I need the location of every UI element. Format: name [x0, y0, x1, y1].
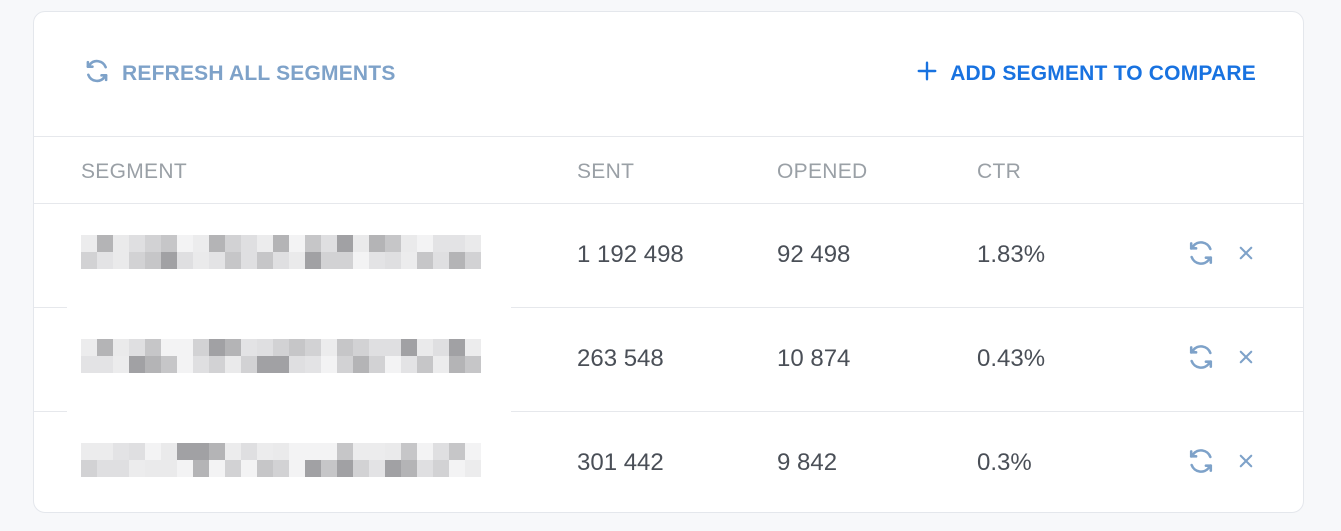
add-segment-label: ADD SEGMENT TO COMPARE	[950, 62, 1256, 85]
opened-value: 92 498	[777, 241, 851, 268]
refresh-all-segments-button[interactable]: REFRESH ALL SEGMENTS	[84, 58, 396, 90]
remove-segment-button[interactable]	[1237, 348, 1255, 366]
refresh-segment-button[interactable]	[1187, 239, 1215, 267]
refresh-icon	[1189, 449, 1213, 473]
refresh-all-label: REFRESH ALL SEGMENTS	[122, 62, 396, 85]
column-header-sent: SENT	[577, 160, 635, 183]
refresh-segment-button[interactable]	[1187, 343, 1215, 371]
refresh-icon	[84, 58, 110, 90]
ctr-value: 1.83%	[977, 241, 1046, 268]
column-header-opened: OPENED	[777, 160, 868, 183]
sent-value: 263 548	[577, 345, 664, 372]
plus-icon	[916, 60, 938, 88]
remove-segment-button[interactable]	[1237, 244, 1255, 262]
table-row: 301 442 9 842 0.3%	[34, 413, 1303, 512]
table-row: 263 548 10 874 0.43%	[34, 309, 1303, 412]
row-actions	[1187, 343, 1255, 371]
close-icon	[1239, 246, 1253, 260]
sent-value: 301 442	[577, 449, 664, 476]
table-header: SEGMENT SENT OPENED CTR	[34, 138, 1303, 204]
opened-value: 10 874	[777, 345, 851, 372]
redaction-patch	[67, 306, 511, 312]
refresh-segment-button[interactable]	[1187, 447, 1215, 475]
add-segment-button[interactable]: ADD SEGMENT TO COMPARE	[916, 60, 1256, 88]
ctr-value: 0.3%	[977, 449, 1032, 476]
column-header-ctr: CTR	[977, 160, 1022, 183]
close-icon	[1239, 454, 1253, 468]
segment-name-redacted	[81, 443, 481, 481]
opened-value: 9 842	[777, 449, 838, 476]
remove-segment-button[interactable]	[1237, 452, 1255, 470]
column-header-segment: SEGMENT	[81, 160, 187, 183]
ctr-value: 0.43%	[977, 345, 1046, 372]
segments-comparison-card: REFRESH ALL SEGMENTS ADD SEGMENT TO COMP…	[33, 11, 1304, 513]
toolbar: REFRESH ALL SEGMENTS ADD SEGMENT TO COMP…	[34, 12, 1303, 137]
close-icon	[1239, 350, 1253, 364]
row-actions	[1187, 239, 1255, 267]
segment-name-redacted	[81, 235, 481, 273]
row-actions	[1187, 447, 1255, 475]
sent-value: 1 192 498	[577, 241, 684, 268]
table-row: 1 192 498 92 498 1.83%	[34, 205, 1303, 308]
segment-name-redacted	[81, 339, 481, 377]
refresh-icon	[1189, 345, 1213, 369]
refresh-icon	[1189, 241, 1213, 265]
redaction-patch	[67, 410, 511, 416]
